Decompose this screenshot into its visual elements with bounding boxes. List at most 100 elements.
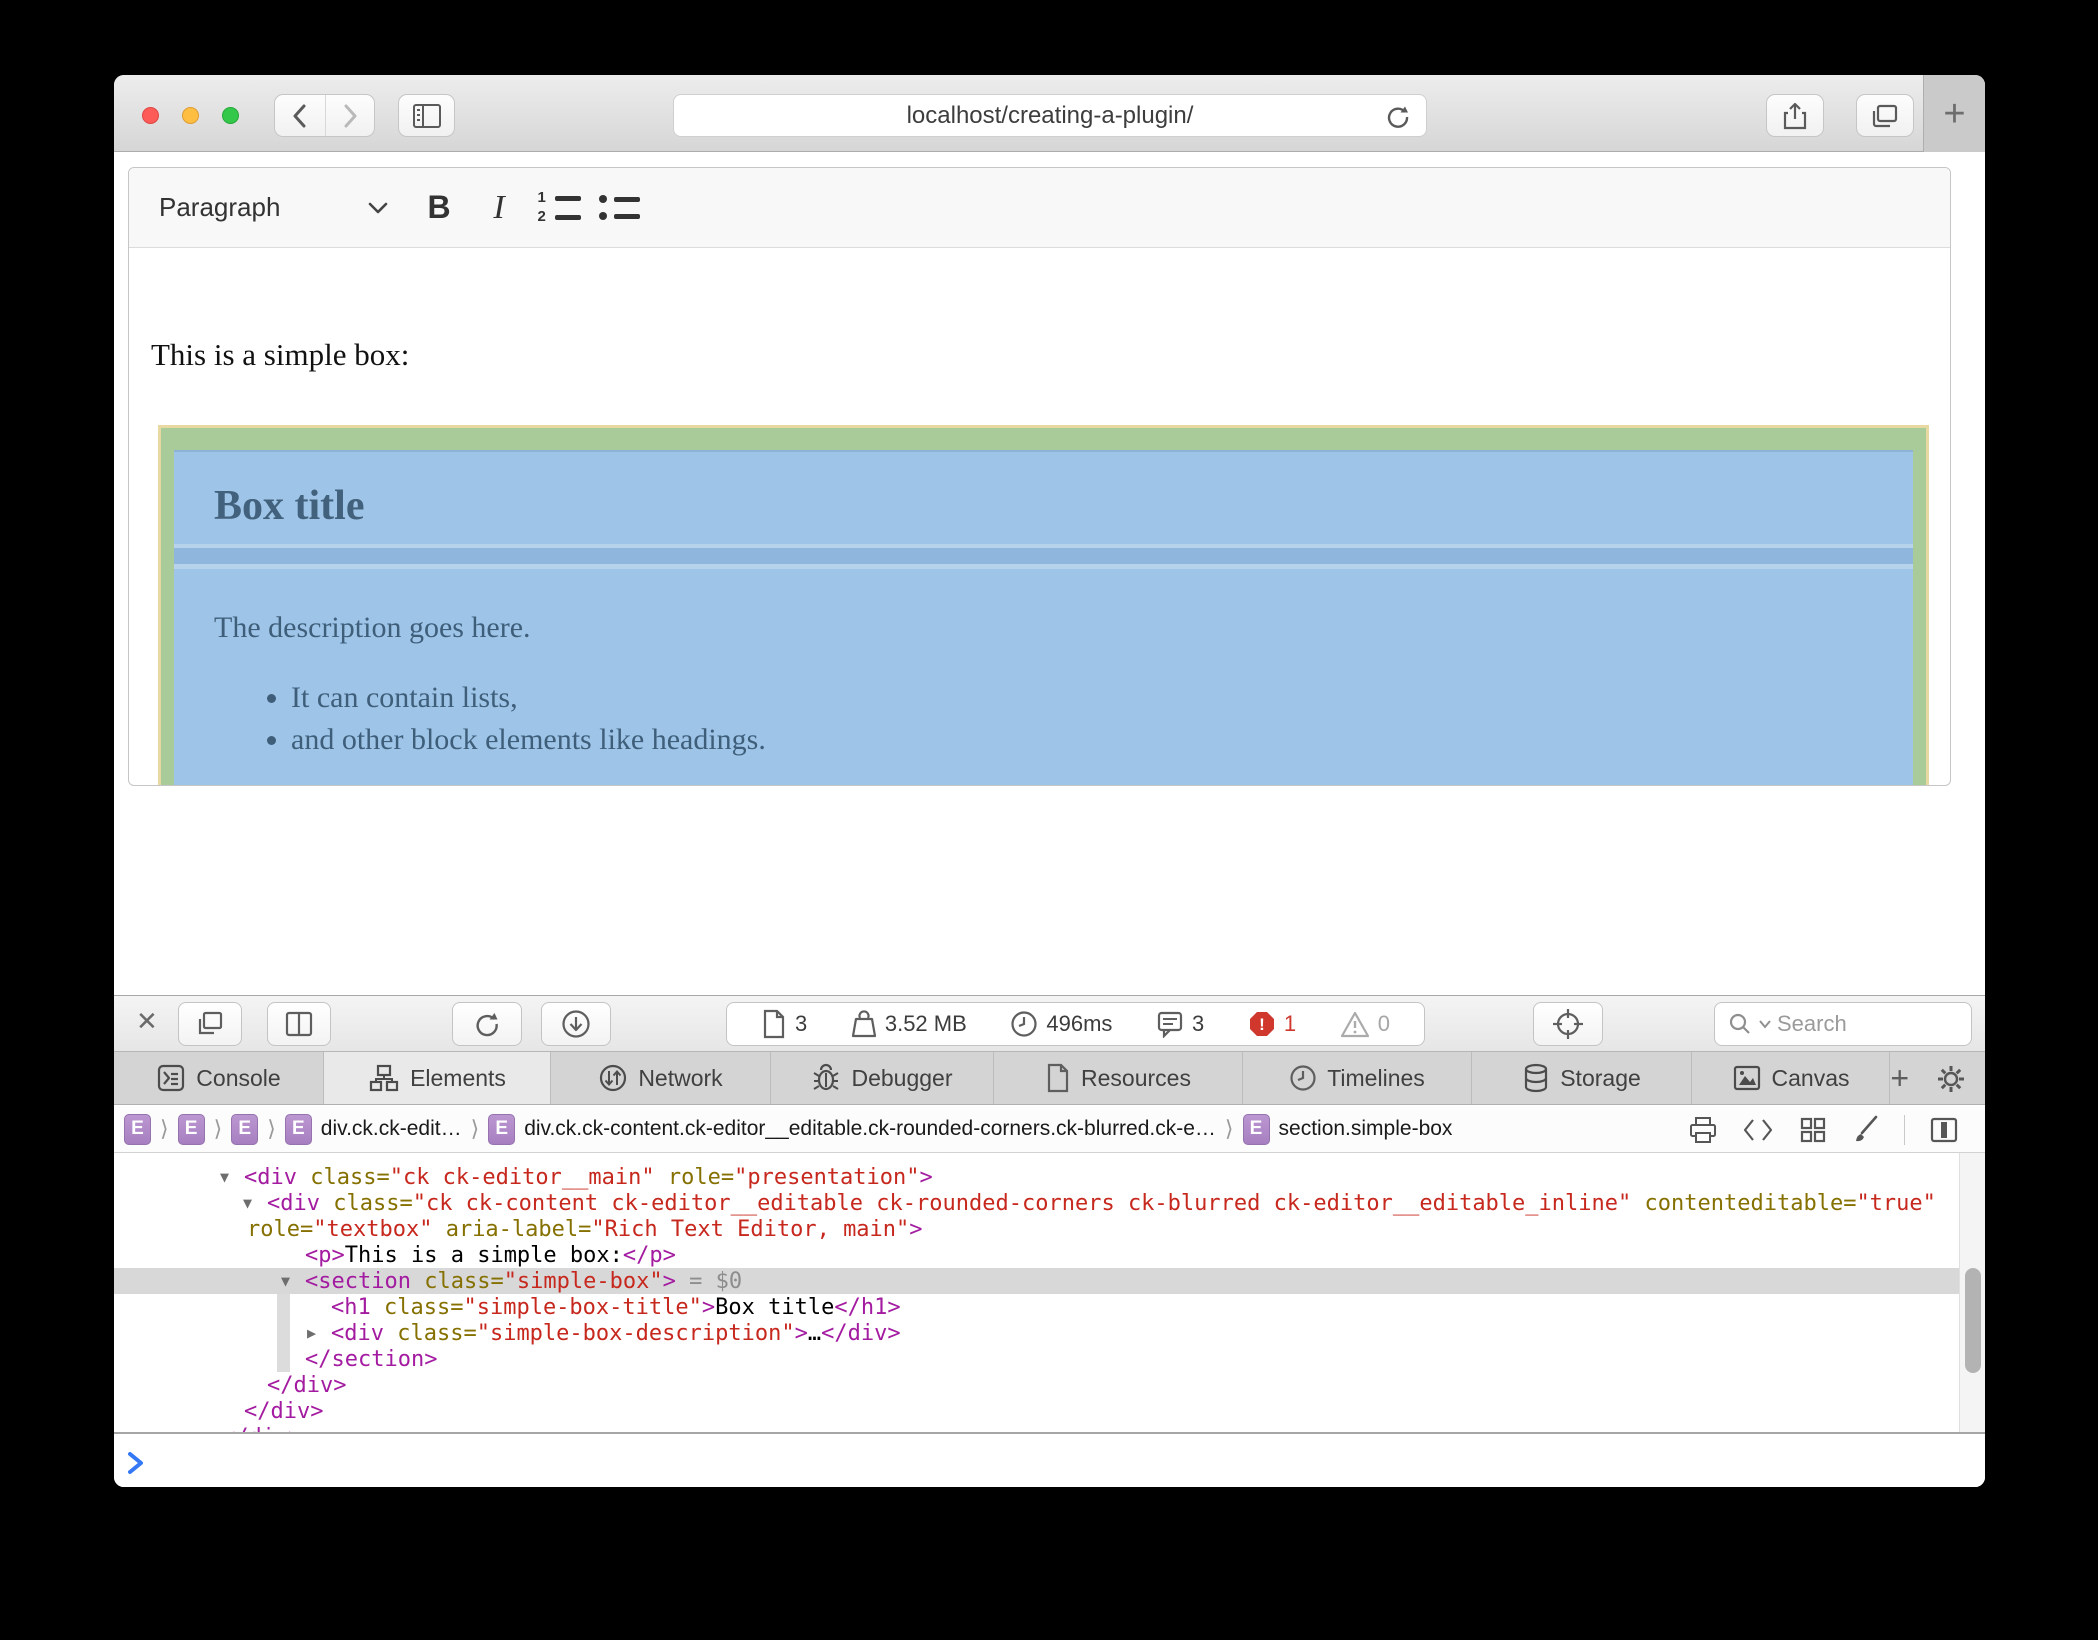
search-placeholder: Search bbox=[1777, 1011, 1847, 1037]
tab-elements[interactable]: Elements bbox=[324, 1052, 551, 1104]
code-segment: "simple-box-description" bbox=[477, 1321, 795, 1346]
element-badge-icon: E bbox=[285, 1114, 312, 1145]
scrollbar-thumb[interactable] bbox=[1965, 1268, 1981, 1373]
element-picker-button[interactable] bbox=[1533, 1002, 1603, 1046]
element-badge-icon: E bbox=[488, 1114, 515, 1145]
box-list-item[interactable]: It can contain lists, bbox=[291, 681, 766, 715]
tab-console[interactable]: Console bbox=[114, 1052, 324, 1104]
forward-button[interactable] bbox=[325, 95, 375, 136]
code-segment: <div bbox=[244, 1165, 297, 1190]
box-title[interactable]: Box title bbox=[214, 482, 364, 530]
breadcrumb-item[interactable]: Ediv.ck.ck-content.ck-editor__editable.c… bbox=[488, 1114, 1216, 1145]
tab-canvas[interactable]: Canvas bbox=[1692, 1052, 1890, 1104]
log-count[interactable]: 3 bbox=[1156, 1010, 1204, 1038]
bold-button[interactable]: B bbox=[409, 178, 469, 238]
settings-gear-icon[interactable] bbox=[1935, 1063, 1967, 1095]
source-code-icon[interactable] bbox=[1742, 1116, 1774, 1144]
tab-timelines[interactable]: Timelines bbox=[1243, 1052, 1472, 1104]
disclosure-triangle-icon[interactable]: ▼ bbox=[281, 1272, 305, 1290]
dom-tree-row[interactable]: </div> bbox=[114, 1424, 1959, 1432]
close-window-button[interactable] bbox=[142, 107, 159, 124]
dom-scrollbar[interactable] bbox=[1959, 1153, 1985, 1432]
code-segment: <p> bbox=[305, 1243, 345, 1268]
new-tab-button[interactable]: + bbox=[1923, 75, 1985, 152]
italic-button[interactable]: I bbox=[469, 178, 529, 238]
code-segment: class= bbox=[320, 1191, 413, 1216]
stat-value: 3 bbox=[795, 1011, 807, 1037]
breadcrumb-item[interactable]: E bbox=[178, 1114, 205, 1145]
numbered-list-button[interactable]: 1 2 bbox=[529, 178, 589, 238]
close-inspector-button[interactable]: ✕ bbox=[136, 1008, 158, 1034]
browser-toolbar: localhost/creating-a-plugin/ + bbox=[114, 75, 1985, 152]
detach-inspector-button[interactable] bbox=[178, 1002, 242, 1046]
address-bar[interactable]: localhost/creating-a-plugin/ bbox=[673, 94, 1427, 137]
tab-storage[interactable]: Storage bbox=[1472, 1052, 1692, 1104]
dom-tree-row[interactable]: </div> bbox=[114, 1398, 1959, 1424]
error-count[interactable]: !1 bbox=[1248, 1010, 1296, 1038]
code-segment: "Rich Text Editor, main" bbox=[591, 1217, 909, 1242]
share-button[interactable] bbox=[1766, 94, 1824, 137]
dom-tree-row[interactable]: </section> bbox=[114, 1346, 1959, 1372]
sidebar-toggle-button[interactable] bbox=[398, 94, 455, 137]
download-page-button[interactable] bbox=[541, 1002, 611, 1046]
dom-tree-row[interactable]: ▼<div class="ck ck-editor__main" role="p… bbox=[114, 1164, 1959, 1190]
paragraph-dropdown[interactable]: Paragraph bbox=[159, 192, 409, 223]
console-prompt[interactable] bbox=[114, 1432, 1985, 1487]
styles-brush-icon[interactable] bbox=[1852, 1115, 1880, 1145]
page-weight[interactable]: 3.52 MB bbox=[851, 1009, 967, 1039]
details-sidebar-icon[interactable] bbox=[1929, 1116, 1959, 1144]
breadcrumb-item[interactable]: Ediv.ck.ck-edit… bbox=[285, 1114, 462, 1145]
box-list[interactable]: It can contain lists, and other block ele… bbox=[291, 681, 766, 765]
dom-tree-row[interactable]: </div> bbox=[114, 1372, 1959, 1398]
show-tabs-button[interactable] bbox=[1856, 94, 1914, 137]
code-segment: "textbox" bbox=[313, 1217, 432, 1242]
element-badge-icon: E bbox=[178, 1114, 205, 1145]
dom-row-code: </div> bbox=[267, 1373, 346, 1398]
back-button[interactable] bbox=[275, 95, 325, 136]
dom-row-code: </section> bbox=[305, 1347, 437, 1372]
dom-tree-row[interactable]: <p>This is a simple box:</p> bbox=[114, 1242, 1959, 1268]
editor-content[interactable]: This is a simple box: Box title The desc… bbox=[129, 249, 1950, 785]
dom-tree-row[interactable]: role="textbox" aria-label="Rich Text Edi… bbox=[114, 1216, 1959, 1242]
tab-resources[interactable]: Resources bbox=[994, 1052, 1243, 1104]
disclosure-triangle-icon[interactable]: ▼ bbox=[243, 1194, 267, 1212]
zoom-window-button[interactable] bbox=[222, 107, 239, 124]
inspected-element-highlight[interactable]: Box title The description goes here. It … bbox=[158, 425, 1929, 786]
resource-count[interactable]: 3 bbox=[761, 1009, 807, 1039]
code-segment: > bbox=[920, 1165, 933, 1190]
add-tab-button[interactable]: + bbox=[1890, 1060, 1909, 1097]
code-segment: </div> bbox=[821, 1321, 900, 1346]
dom-tree-row[interactable]: ▼<div class="ck ck-content ck-editor__ed… bbox=[114, 1190, 1959, 1216]
warning-count[interactable]: 0 bbox=[1340, 1011, 1390, 1038]
box-description[interactable]: The description goes here. bbox=[214, 611, 531, 645]
tab-network[interactable]: Network bbox=[551, 1052, 771, 1104]
editor-paragraph[interactable]: This is a simple box: bbox=[151, 337, 409, 373]
page-stats-group[interactable]: 3 3.52 MB 496ms 3 !1 0 bbox=[726, 1002, 1425, 1046]
dom-tree-row[interactable]: <h1 class="simple-box-title">Box title</… bbox=[114, 1294, 1959, 1320]
dom-tree: ▼<div class="ck ck-editor__main" role="p… bbox=[114, 1164, 1959, 1432]
code-segment: role= bbox=[655, 1165, 734, 1190]
breadcrumb-item[interactable]: E bbox=[124, 1114, 151, 1145]
breadcrumb-item[interactable]: E bbox=[231, 1114, 258, 1145]
dom-row-code: <div class="simple-box-description">…</d… bbox=[331, 1321, 901, 1346]
print-icon[interactable] bbox=[1688, 1115, 1718, 1145]
storage-icon bbox=[1522, 1063, 1550, 1093]
reload-icon[interactable] bbox=[1384, 103, 1412, 131]
disclosure-triangle-icon[interactable]: ▼ bbox=[220, 1168, 244, 1186]
dom-tree-row[interactable]: ▶<div class="simple-box-description">…</… bbox=[114, 1320, 1959, 1346]
bulleted-list-button[interactable] bbox=[589, 178, 649, 238]
tab-debugger[interactable]: Debugger bbox=[771, 1052, 994, 1104]
back-chevron-icon bbox=[289, 101, 311, 131]
minimize-window-button[interactable] bbox=[182, 107, 199, 124]
tab-label: Network bbox=[638, 1065, 722, 1092]
disclosure-triangle-icon[interactable]: ▶ bbox=[307, 1324, 331, 1342]
load-time[interactable]: 496ms bbox=[1010, 1010, 1112, 1038]
tab-label: Canvas bbox=[1772, 1065, 1850, 1092]
dom-tree-row[interactable]: ▼<section class="simple-box"> = $0 bbox=[114, 1268, 1959, 1294]
dock-side-button[interactable] bbox=[267, 1002, 331, 1046]
layout-grid-icon[interactable] bbox=[1798, 1115, 1828, 1145]
reload-page-button[interactable] bbox=[452, 1002, 522, 1046]
inspector-search-field[interactable]: Search bbox=[1714, 1002, 1972, 1046]
breadcrumb-item[interactable]: Esection.simple-box bbox=[1243, 1114, 1453, 1145]
box-list-item[interactable]: and other block elements like headings. bbox=[291, 723, 766, 757]
